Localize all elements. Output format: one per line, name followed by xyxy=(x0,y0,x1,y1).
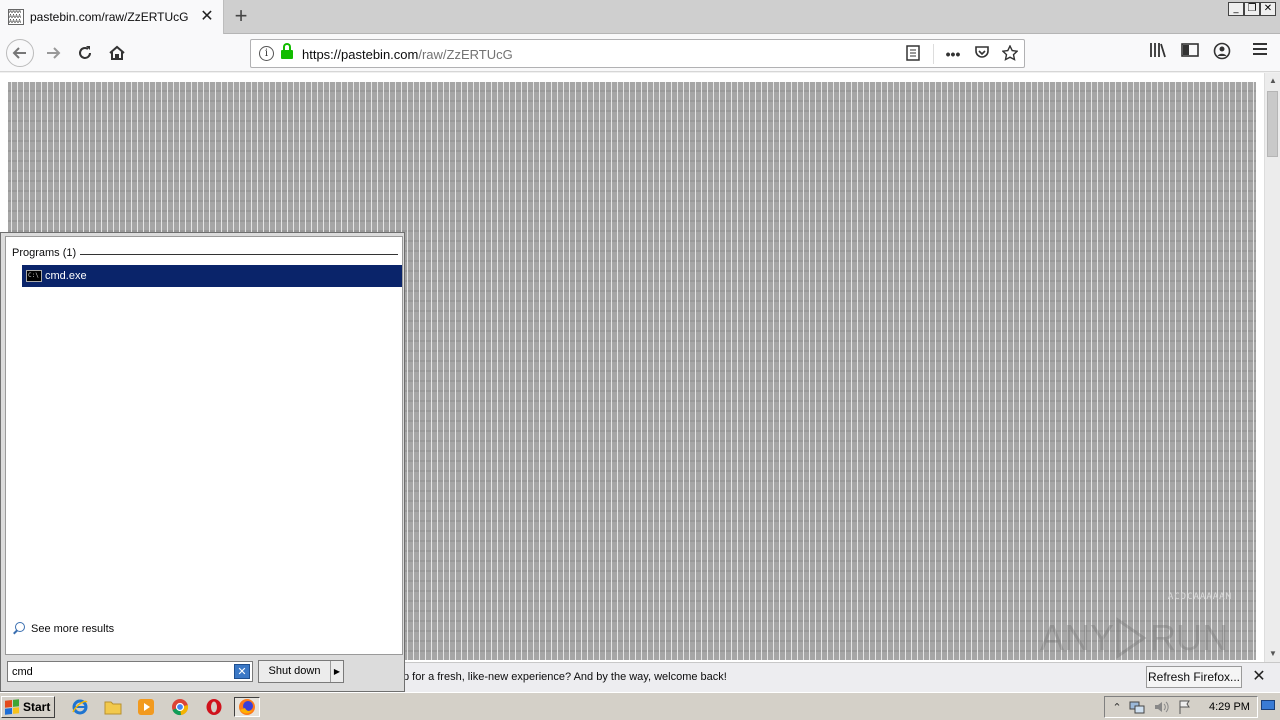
scrollbar-thumb[interactable] xyxy=(1267,91,1278,157)
home-button[interactable] xyxy=(104,40,130,66)
result-item-label: cmd.exe xyxy=(45,270,87,282)
anyrun-watermark: ANY RUN xyxy=(1040,608,1230,668)
navigation-toolbar: i https://pastebin.com/raw/ZzERTUcG ••• xyxy=(0,34,1280,72)
window-close-button[interactable]: ✕ xyxy=(1260,2,1276,16)
svg-text:RUN: RUN xyxy=(1150,617,1228,658)
secure-lock-icon[interactable] xyxy=(281,43,293,59)
taskbar: Start ⌃ 4:29 PM xyxy=(0,692,1280,720)
bookmark-star-icon[interactable] xyxy=(1001,44,1019,63)
explorer-folder-icon[interactable] xyxy=(102,697,124,717)
start-menu: Programs (1) C:\ cmd.exe See more result… xyxy=(0,232,405,692)
cmd-icon: C:\ xyxy=(26,270,42,282)
windows-logo-icon xyxy=(5,699,19,715)
tab-close-icon[interactable]: ✕ xyxy=(199,9,215,25)
start-button[interactable]: Start xyxy=(1,696,55,718)
clear-search-icon[interactable]: ✕ xyxy=(234,664,250,679)
url-text[interactable]: https://pastebin.com/raw/ZzERTUcG xyxy=(302,47,513,62)
page-favicon-icon: AAAA AAAA AAAA xyxy=(8,9,24,25)
restore-button[interactable]: ❐ xyxy=(1244,2,1260,16)
browser-tab[interactable]: AAAA AAAA AAAA pastebin.com/raw/ZzERTUcG… xyxy=(0,0,224,34)
header-divider xyxy=(80,254,398,255)
see-more-results-link[interactable]: See more results xyxy=(12,622,114,636)
minimize-button[interactable]: _ xyxy=(1228,2,1244,16)
paste-tail-text: ACDCAAAAAM xyxy=(1167,592,1232,602)
url-divider xyxy=(933,44,934,64)
back-button[interactable] xyxy=(6,39,34,67)
site-info-icon[interactable]: i xyxy=(259,46,274,61)
refresh-firefox-button[interactable]: Refresh Firefox... xyxy=(1146,666,1242,688)
shutdown-options-arrow-icon[interactable]: ▶ xyxy=(331,661,343,682)
account-icon[interactable] xyxy=(1212,42,1232,62)
page-actions-icon[interactable]: ••• xyxy=(944,45,962,63)
firefox-icon[interactable] xyxy=(234,697,260,717)
menu-hamburger-icon[interactable] xyxy=(1250,42,1270,62)
see-more-label: See more results xyxy=(31,623,115,635)
network-icon[interactable] xyxy=(1129,700,1145,716)
start-label: Start xyxy=(23,700,51,714)
library-icon[interactable] xyxy=(1148,42,1168,62)
url-host: https://pastebin.com xyxy=(302,47,419,62)
shutdown-split-button[interactable]: Shut down ▶ xyxy=(258,660,344,683)
address-bar[interactable]: i https://pastebin.com/raw/ZzERTUcG ••• xyxy=(250,39,1025,68)
media-player-icon[interactable] xyxy=(135,697,157,717)
forward-button[interactable] xyxy=(40,40,66,66)
watermark-text: ANY xyxy=(1040,617,1114,658)
notification-close-icon[interactable]: ✕ xyxy=(1250,668,1268,686)
start-search-input[interactable] xyxy=(8,662,230,681)
action-center-flag-icon[interactable] xyxy=(1177,700,1193,716)
tab-bar: AAAA AAAA AAAA pastebin.com/raw/ZzERTUcG… xyxy=(0,0,1280,34)
opera-icon[interactable] xyxy=(203,697,225,717)
system-tray: ⌃ 4:29 PM xyxy=(1104,696,1258,718)
vertical-scrollbar[interactable]: ▲ ▼ xyxy=(1264,73,1280,662)
url-path: /raw/ZzERTUcG xyxy=(418,47,513,62)
sidebar-icon[interactable] xyxy=(1180,42,1200,62)
desktop-screen-icon xyxy=(1261,700,1275,710)
watermark-play-icon xyxy=(1116,617,1147,659)
start-search-box[interactable]: ✕ xyxy=(7,661,253,682)
new-tab-button[interactable]: + xyxy=(230,4,252,28)
pocket-icon[interactable] xyxy=(973,45,991,63)
search-magnifier-icon xyxy=(12,622,26,636)
result-item-cmd[interactable]: C:\ cmd.exe xyxy=(22,265,402,287)
volume-icon[interactable] xyxy=(1153,700,1169,716)
show-desktop-button[interactable] xyxy=(1260,697,1276,715)
scroll-up-arrow-icon[interactable]: ▲ xyxy=(1265,73,1280,89)
internet-explorer-icon[interactable] xyxy=(69,697,91,717)
shutdown-button[interactable]: Shut down xyxy=(259,661,331,682)
taskbar-clock[interactable]: 4:29 PM xyxy=(1209,701,1250,713)
programs-header: Programs (1) xyxy=(12,247,77,259)
tab-title: pastebin.com/raw/ZzERTUcG xyxy=(30,10,189,24)
show-hidden-icons-icon[interactable]: ⌃ xyxy=(1109,700,1125,716)
chrome-icon[interactable] xyxy=(169,697,191,717)
reload-button[interactable] xyxy=(72,40,98,66)
reader-view-icon[interactable] xyxy=(904,45,922,63)
scroll-down-arrow-icon[interactable]: ▼ xyxy=(1265,646,1280,662)
notification-message: p for a fresh, like-new experience? And … xyxy=(403,671,727,683)
search-results-pane: Programs (1) C:\ cmd.exe See more result… xyxy=(5,236,403,655)
